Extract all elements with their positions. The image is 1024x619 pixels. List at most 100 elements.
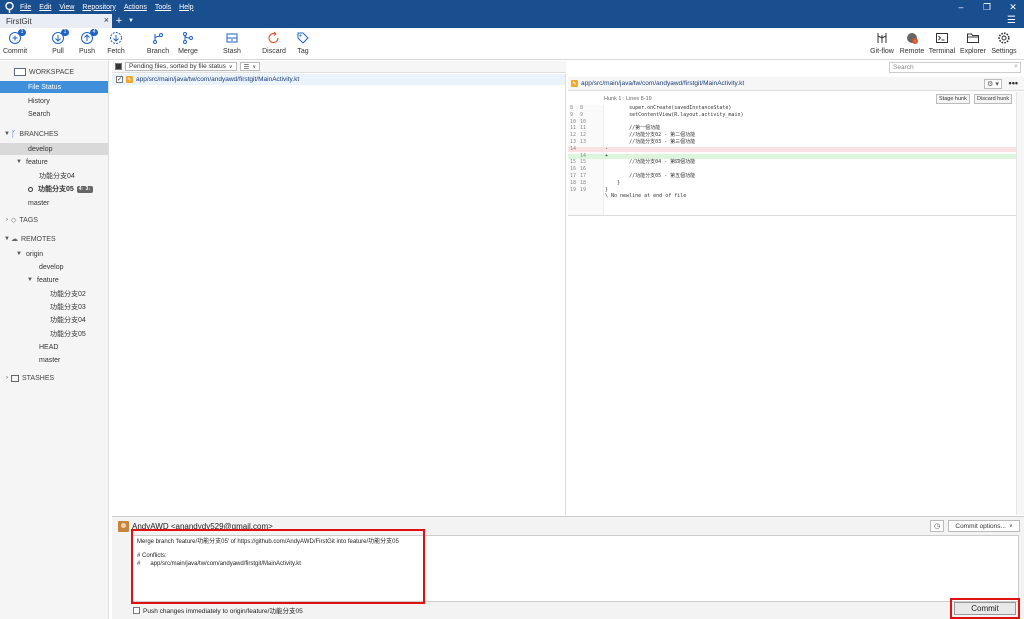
remote-branch-master[interactable]: master xyxy=(0,354,108,366)
tags-header[interactable]: › ◇ TAGS xyxy=(0,214,108,226)
gitflow-button[interactable]: Git-flow xyxy=(869,30,895,58)
diff-options-button[interactable]: ⚙ ▾ xyxy=(984,79,1002,89)
fetch-button[interactable]: Fetch xyxy=(105,30,127,58)
discard-label: Discard xyxy=(262,48,286,55)
settings-button[interactable]: Settings xyxy=(990,30,1018,58)
pending-files-list: ✓ ✎ app/src/main/java/tw/com/andyawd/fir… xyxy=(112,74,566,515)
remote-branch-feature-03[interactable]: 功能分支03 xyxy=(0,301,108,313)
menu-edit[interactable]: Edit xyxy=(35,4,55,11)
chevron-down-icon: ∨ xyxy=(252,63,257,70)
explorer-button[interactable]: Explorer xyxy=(959,30,987,58)
hamburger-menu-icon[interactable]: ☰ xyxy=(1007,15,1016,26)
pull-badge: 1 xyxy=(61,29,69,36)
avatar xyxy=(118,520,129,532)
tab-bar: FirstGit × + ▼ ☰ xyxy=(0,14,1024,28)
sidebar-item-search[interactable]: Search xyxy=(0,108,108,120)
sort-dropdown[interactable]: Pending files, sorted by file status ∨ xyxy=(125,62,237,71)
new-line-number: 11 xyxy=(580,125,587,132)
push-immediately-option[interactable]: Push changes immediately to origin/featu… xyxy=(133,605,303,615)
chevron-down-icon: ▼ xyxy=(4,236,10,242)
commit-button[interactable]: 1 Commit xyxy=(2,29,28,58)
commit-options-button[interactable]: Commit options... ∨ xyxy=(948,520,1020,532)
branch-folder-feature[interactable]: ▼ feature xyxy=(0,156,108,168)
close-window-button[interactable]: ✕ xyxy=(1002,0,1024,14)
terminal-button[interactable]: Terminal xyxy=(928,30,956,58)
remote-button[interactable]: ! Remote xyxy=(899,30,925,58)
file-row[interactable]: ✓ ✎ app/src/main/java/tw/com/andyawd/fir… xyxy=(112,74,565,85)
branches-header[interactable]: ▼ ᚴ BRANCHES xyxy=(0,128,108,140)
menu-view[interactable]: View xyxy=(55,4,78,11)
new-line-number: 8 xyxy=(580,105,584,111)
menu-repository[interactable]: Repository xyxy=(78,4,119,11)
branch-button[interactable]: Branch xyxy=(146,30,170,58)
tab-dropdown-icon[interactable]: ▼ xyxy=(126,14,136,28)
remote-folder-feature[interactable]: ▼ feature xyxy=(0,274,108,286)
diff-line-code: \ No newline at end of file xyxy=(605,193,687,200)
tag-icon: ◇ xyxy=(11,217,17,224)
old-line-number: 17 xyxy=(570,173,577,179)
file-list-toolbar: Pending files, sorted by file status ∨ ☰… xyxy=(112,61,566,73)
remote-branch-feature-05[interactable]: 功能分支05 xyxy=(0,328,108,340)
menu-tools[interactable]: Tools xyxy=(151,4,175,11)
view-mode-dropdown[interactable]: ☰ ∨ xyxy=(239,62,261,71)
branch-master[interactable]: master xyxy=(0,197,108,209)
pull-button[interactable]: 1 Pull xyxy=(47,29,69,58)
sidebar-item-file-status[interactable]: File Status xyxy=(0,81,108,93)
tag-icon xyxy=(292,30,314,46)
discard-hunk-button[interactable]: Discard hunk xyxy=(974,94,1013,104)
remote-branch-feature-02[interactable]: 功能分支02 xyxy=(0,288,108,300)
stage-hunk-button[interactable]: Stage hunk xyxy=(936,94,970,104)
terminal-icon xyxy=(931,30,953,46)
modified-file-icon: ✎ xyxy=(571,80,578,87)
new-line-number: 9 xyxy=(580,111,584,118)
push-checkbox[interactable] xyxy=(133,606,140,614)
remote-head[interactable]: HEAD xyxy=(0,341,108,353)
menu-file[interactable]: File xyxy=(16,4,35,11)
push-button[interactable]: 4 Push xyxy=(76,29,98,58)
file-checkbox[interactable]: ✓ xyxy=(116,76,123,83)
remotes-header[interactable]: ▼ ☁ REMOTES xyxy=(0,233,108,245)
commit-icon: 1 xyxy=(4,29,26,46)
discard-button[interactable]: Discard xyxy=(261,30,287,58)
minimize-button[interactable]: – xyxy=(950,0,972,14)
remote-origin[interactable]: ▼ origin xyxy=(0,248,108,260)
tag-button[interactable]: Tag xyxy=(293,30,313,58)
chevron-right-icon: › xyxy=(6,217,8,223)
folder-icon xyxy=(962,30,984,46)
diff-line: 88 super.onCreate(savedInstanceState) xyxy=(568,105,1016,111)
branch-feature-04[interactable]: 功能分支04 xyxy=(0,170,108,182)
remote-branch-develop[interactable]: develop xyxy=(0,261,108,273)
old-line-number: 19 xyxy=(570,186,577,193)
new-line-number: 14 xyxy=(580,152,587,159)
more-options-icon[interactable]: ••• xyxy=(1009,78,1018,88)
restore-button[interactable]: ❐ xyxy=(976,0,998,14)
branch-icon xyxy=(147,30,169,46)
clock-icon[interactable]: ◷ xyxy=(930,520,944,532)
remote-branch-feature-04[interactable]: 功能分支04 xyxy=(0,314,108,326)
stash-button[interactable]: Stash xyxy=(220,30,244,58)
merge-button[interactable]: Merge xyxy=(176,30,200,58)
diff-header: ✎ app/src/main/java/tw/com/andyawd/first… xyxy=(568,77,1024,91)
new-line-number: 17 xyxy=(580,173,587,179)
search-input[interactable]: Search ⌕ xyxy=(889,62,1021,73)
stashes-header[interactable]: › STASHES xyxy=(0,372,108,384)
select-all-checkbox[interactable] xyxy=(115,63,122,70)
tab-close-icon[interactable]: × xyxy=(104,15,109,25)
commit-label: Commit xyxy=(2,48,28,55)
new-tab-button[interactable]: + xyxy=(112,14,126,28)
menu-help[interactable]: Help xyxy=(175,4,197,11)
highlight-box-commit xyxy=(950,598,1020,619)
old-line-number: 14 xyxy=(570,145,577,152)
menu-actions[interactable]: Actions xyxy=(120,4,151,11)
diff-scrollbar[interactable] xyxy=(1016,92,1024,515)
branch-icon: ᚴ xyxy=(11,129,17,139)
diff-line-code: //功能分支04 - 第四個功能 xyxy=(605,159,696,166)
diff-line: \ No newline at end of file xyxy=(568,193,1016,200)
branch-feature-05[interactable]: 功能分支05 4↑ 3↓ xyxy=(0,183,108,195)
diff-line: 15 15 //功能分支04 - 第四個功能 xyxy=(568,159,1016,166)
stash-icon xyxy=(11,374,19,382)
sidebar-item-history[interactable]: History xyxy=(0,95,108,107)
branch-develop[interactable]: develop xyxy=(0,143,108,155)
tab-firstgit[interactable]: FirstGit × xyxy=(0,14,112,28)
diff-line: 17 17 //功能分支05 - 第五個功能 xyxy=(568,173,1016,179)
